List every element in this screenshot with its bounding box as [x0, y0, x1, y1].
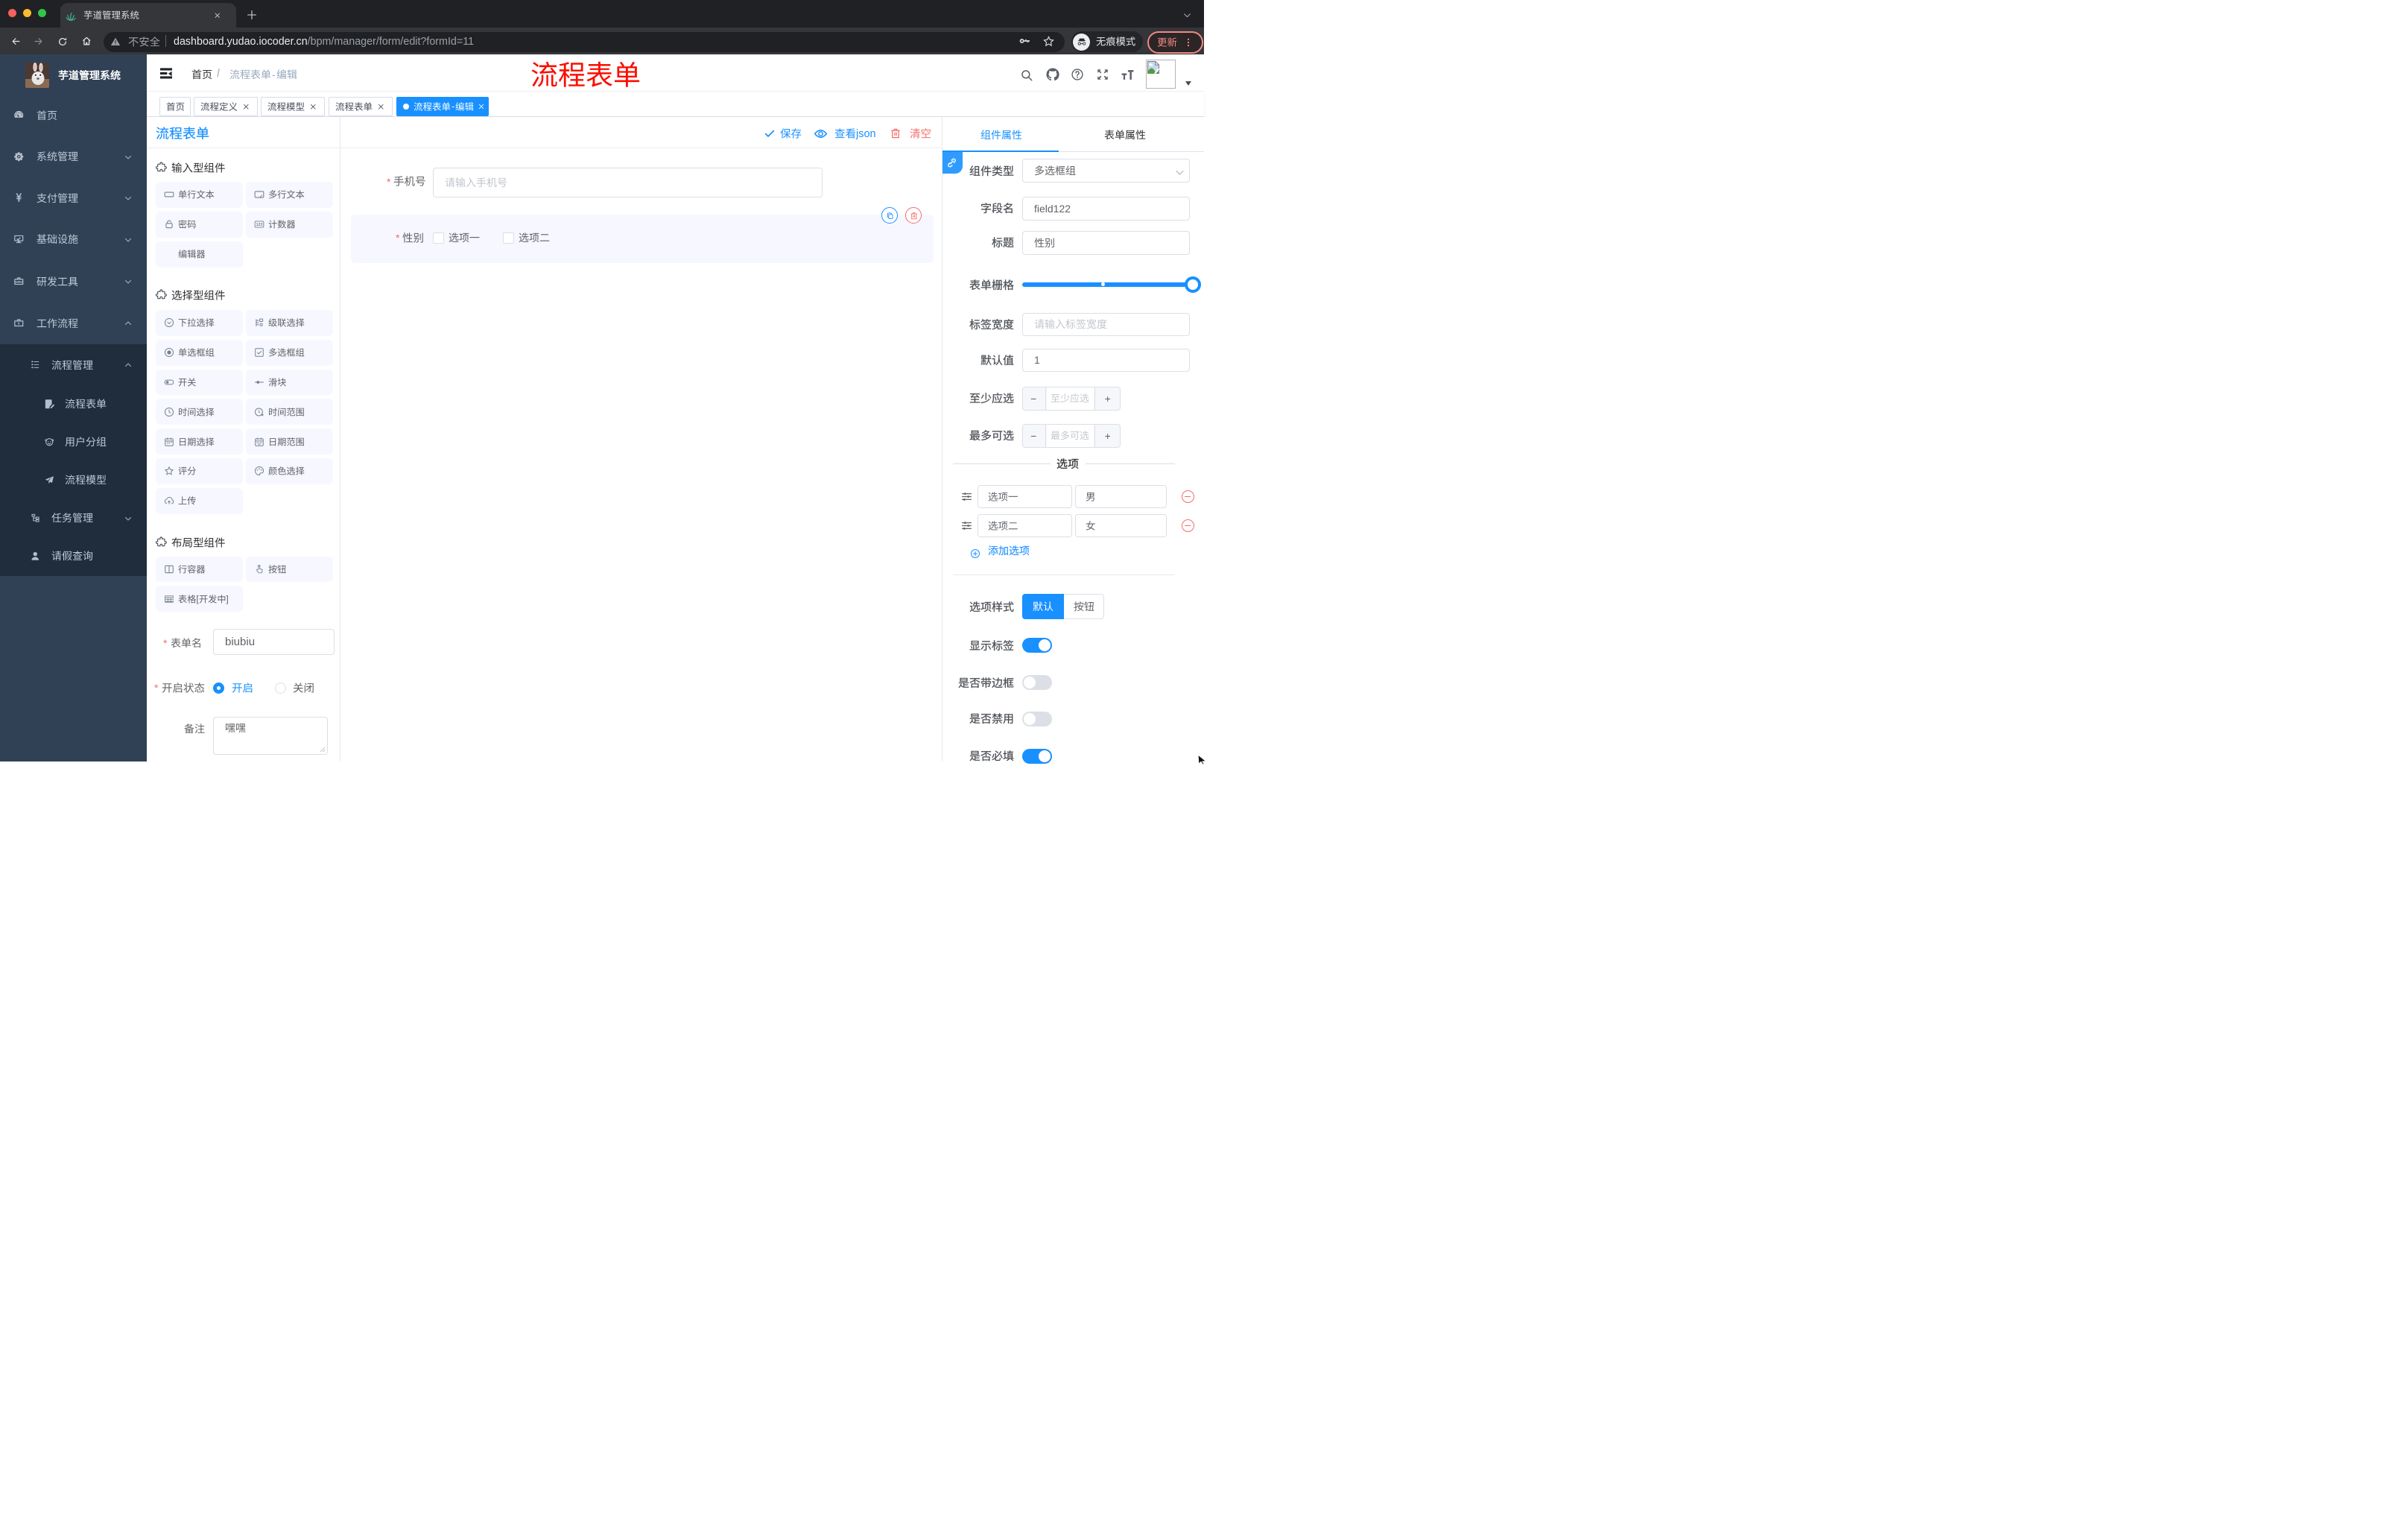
- svg-text:123: 123: [256, 223, 262, 227]
